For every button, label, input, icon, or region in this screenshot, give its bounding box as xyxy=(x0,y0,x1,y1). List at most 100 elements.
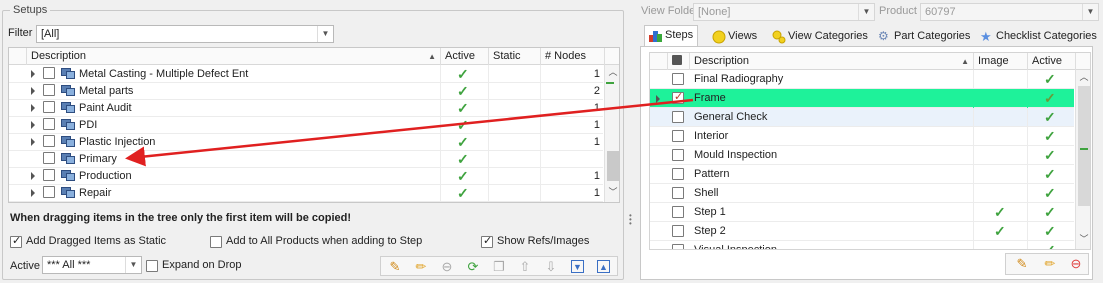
static-checkbox[interactable] xyxy=(10,234,22,248)
select-all-checkbox[interactable] xyxy=(672,55,682,65)
product-combo[interactable]: 60797 ▼ xyxy=(920,3,1099,21)
setup-row-checkbox[interactable] xyxy=(43,169,55,181)
setup-row-checkbox[interactable] xyxy=(43,152,55,164)
steps-vscroll[interactable]: ︿ ﹀ xyxy=(1075,70,1090,249)
col-step-active[interactable]: Active xyxy=(1028,53,1076,70)
chevron-down-icon[interactable]: ▼ xyxy=(858,4,874,20)
chevron-down-icon[interactable]: ▼ xyxy=(1082,4,1098,20)
step-row[interactable]: Step 2 ✓ ✓ xyxy=(650,222,1076,241)
step-row[interactable]: Pattern ✓ xyxy=(650,165,1076,184)
move-up-icon[interactable]: ⇧ xyxy=(517,259,533,275)
step-row-checkbox[interactable] xyxy=(672,90,684,104)
step-row[interactable]: Shell ✓ xyxy=(650,184,1076,203)
step-row-checkbox[interactable] xyxy=(672,225,684,237)
setup-row[interactable]: Paint Audit ✓ 1 xyxy=(9,99,605,117)
col-nodes[interactable]: # Nodes xyxy=(541,48,605,65)
view-folder-combo[interactable]: [None] ▼ xyxy=(693,3,875,21)
step-row-checkbox[interactable] xyxy=(672,111,684,123)
opt-refs-label: Show Refs/Images xyxy=(497,235,590,247)
expand-arrow-icon[interactable] xyxy=(31,189,35,197)
col-static[interactable]: Static xyxy=(489,48,541,65)
setup-row-checkbox[interactable] xyxy=(43,67,55,79)
tab-checklist-categories[interactable]: ★ Checklist Categories xyxy=(976,27,1101,47)
setup-row[interactable]: Metal Casting - Multiple Defect Ent ✓ 1 xyxy=(9,65,605,83)
col-step-description[interactable]: Description ▲ xyxy=(690,53,974,70)
expand-arrow-icon[interactable] xyxy=(31,87,35,95)
step-row[interactable]: General Check ✓ xyxy=(650,108,1076,127)
setup-row[interactable]: Production ✓ 1 xyxy=(9,167,605,185)
select-all-header[interactable] xyxy=(668,53,690,70)
refresh-icon[interactable]: ⟳ xyxy=(465,259,481,275)
expand-arrow-icon[interactable] xyxy=(31,138,35,146)
delete-icon[interactable]: ⊖ xyxy=(1068,256,1084,272)
step-row-checkbox[interactable] xyxy=(672,149,684,161)
step-row[interactable]: Final Radiography ✓ xyxy=(650,70,1076,89)
add-edit-icon[interactable]: ✎ xyxy=(1014,256,1030,272)
expand-arrow-icon[interactable] xyxy=(31,70,35,78)
step-active-cell: ✓ xyxy=(1028,146,1076,165)
collapse-all-icon[interactable]: ▲ xyxy=(597,260,610,273)
copy-icon[interactable]: ❐ xyxy=(491,259,507,275)
step-row-checkbox[interactable] xyxy=(672,206,684,218)
setup-row-checkbox[interactable] xyxy=(43,84,55,96)
tab-part-categories[interactable]: ⚙ Part Categories xyxy=(874,27,974,47)
setup-row-checkbox[interactable] xyxy=(43,101,55,113)
step-row-checkbox[interactable] xyxy=(672,244,684,249)
step-row-checkbox[interactable] xyxy=(672,130,684,142)
refs-checkbox[interactable] xyxy=(481,234,493,248)
filter-combo[interactable]: [All] ▼ xyxy=(36,25,334,43)
setup-row-checkbox[interactable] xyxy=(43,186,55,198)
opt-all-products-label: Add to All Products when adding to Step xyxy=(226,235,423,247)
setups-vscroll[interactable]: ︿ ﹀ xyxy=(604,65,619,202)
setup-static-cell xyxy=(489,133,541,151)
col-step-image[interactable]: Image xyxy=(974,53,1028,70)
product-value: 60797 xyxy=(925,6,956,18)
setup-row[interactable]: Metal parts ✓ 2 xyxy=(9,82,605,100)
add-edit-icon[interactable]: ✎ xyxy=(387,259,403,275)
setup-row[interactable]: Repair ✓ 1 xyxy=(9,184,605,202)
step-row[interactable]: Visual Inspection ✓ xyxy=(650,241,1076,249)
setups-grid: Description ▲ Active Static # Nodes Meta… xyxy=(8,47,620,203)
setup-active-cell: ✓ xyxy=(441,82,489,100)
step-row-label: Pattern xyxy=(690,165,974,184)
tab-steps[interactable]: Steps xyxy=(644,25,699,48)
step-row[interactable]: Frame ✓ xyxy=(650,89,1076,108)
expand-drop-checkbox[interactable] xyxy=(146,260,158,272)
setup-row-checkbox[interactable] xyxy=(43,118,55,130)
remove-icon[interactable]: ⊖ xyxy=(439,259,455,275)
step-row-checkbox[interactable] xyxy=(672,73,684,85)
edit-pencil-icon[interactable]: ✏ xyxy=(413,259,429,275)
expand-arrow-icon[interactable] xyxy=(31,121,35,129)
step-row-checkbox[interactable] xyxy=(672,187,684,199)
scroll-up-icon[interactable]: ︿ xyxy=(605,65,619,79)
tab-view-categories[interactable]: View Categories xyxy=(768,27,872,47)
step-row-label: Frame xyxy=(690,89,974,108)
expand-all-icon[interactable]: ▼ xyxy=(571,260,584,273)
splitter-grip[interactable]: • • • xyxy=(629,212,632,228)
edit-pencil-icon[interactable]: ✏ xyxy=(1042,256,1058,272)
scroll-down-icon[interactable]: ﹀ xyxy=(605,185,619,199)
setup-row[interactable]: Primary ✓ xyxy=(9,150,605,168)
col-description[interactable]: Description ▲ xyxy=(27,48,441,65)
col-active[interactable]: Active xyxy=(441,48,489,65)
steps-scroll-thumb[interactable] xyxy=(1078,86,1090,206)
expand-arrow-icon[interactable] xyxy=(31,172,35,180)
step-image-cell xyxy=(974,146,1028,165)
expand-arrow-icon[interactable] xyxy=(31,104,35,112)
tab-views[interactable]: Views xyxy=(708,27,761,47)
step-row[interactable]: Mould Inspection ✓ xyxy=(650,146,1076,165)
chevron-down-icon[interactable]: ▼ xyxy=(317,26,333,42)
scroll-up-icon[interactable]: ︿ xyxy=(1076,70,1090,84)
all-products-checkbox[interactable] xyxy=(210,236,222,248)
active-combo[interactable]: *** All *** ▼ xyxy=(42,256,142,274)
setups-scroll-thumb[interactable] xyxy=(607,151,619,181)
step-row[interactable]: Step 1 ✓ ✓ xyxy=(650,203,1076,222)
chevron-down-icon[interactable]: ▼ xyxy=(125,257,141,273)
setup-row-checkbox[interactable] xyxy=(43,135,55,147)
setup-row[interactable]: PDI ✓ 1 xyxy=(9,116,605,134)
scroll-down-icon[interactable]: ﹀ xyxy=(1076,232,1090,246)
step-row-checkbox[interactable] xyxy=(672,168,684,180)
move-down-icon[interactable]: ⇩ xyxy=(543,259,559,275)
step-row[interactable]: Interior ✓ xyxy=(650,127,1076,146)
setup-row[interactable]: Plastic Injection ✓ 1 xyxy=(9,133,605,151)
